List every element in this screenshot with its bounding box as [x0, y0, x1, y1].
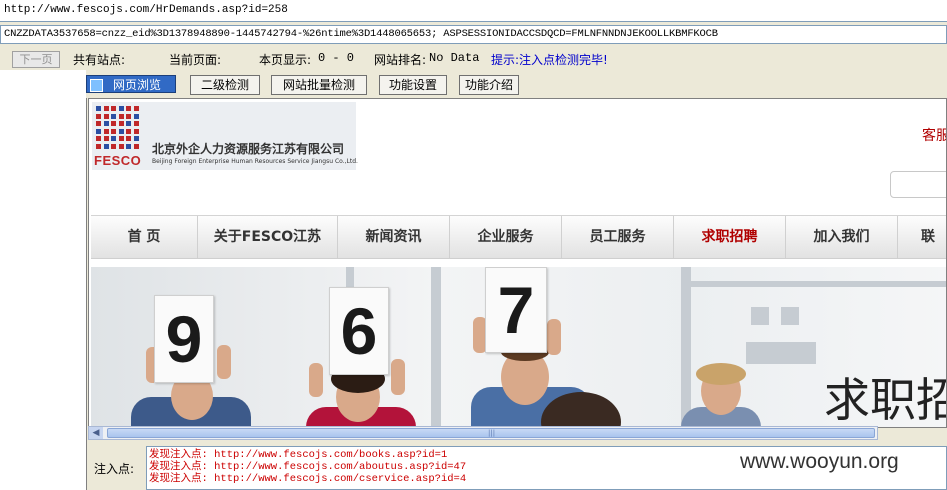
logo-dot — [118, 128, 124, 134]
logo-dot — [96, 143, 101, 149]
number-card: 6 — [329, 287, 389, 375]
company-name-cn: 北京外企人力资源服务江苏有限公司 — [152, 142, 345, 156]
hand — [391, 359, 405, 395]
logo-dot — [118, 121, 124, 126]
nav-about[interactable]: 关于FESCO江苏 — [198, 216, 338, 258]
logo-dot — [111, 121, 116, 126]
list-item[interactable]: 发现注入点: http://www.fescojs.com/cservice.a… — [149, 473, 466, 485]
tab-label: 网页浏览 — [112, 78, 161, 92]
hand — [547, 319, 561, 355]
hero-banner[interactable]: 9 6 7 求职招 — [91, 267, 946, 427]
logo-dot — [126, 143, 131, 149]
cookie-input[interactable]: CNZZDATA3537658=cnzz_eid%3D1378948890-14… — [0, 25, 947, 44]
site-search-input[interactable] — [890, 171, 946, 198]
logo-dot — [133, 143, 139, 149]
nav-news[interactable]: 新闻资讯 — [338, 216, 450, 258]
status-hint: 提示:注入点检测完毕! — [491, 53, 608, 67]
logo-dot — [111, 136, 116, 141]
logo-dot — [133, 113, 139, 119]
logo-dot — [126, 128, 131, 134]
logo-grid-icon — [96, 106, 140, 150]
logo-dot — [96, 113, 101, 119]
logo-dot — [118, 113, 124, 119]
logo-dot — [96, 106, 101, 111]
tab-bar: 网页浏览 二级检测 网站批量检测 功能设置 功能介绍 — [86, 70, 947, 98]
nav-home[interactable]: 首 页 — [91, 216, 198, 258]
url-text: http://www.fescojs.com/HrDemands.asp?id=… — [4, 4, 288, 16]
logo-dot — [126, 113, 131, 119]
logo-dot — [96, 128, 101, 134]
nav-employee-services[interactable]: 员工服务 — [562, 216, 674, 258]
tab-web-browse[interactable]: 网页浏览 — [86, 75, 176, 93]
nav-jobs[interactable]: 求职招聘 — [674, 216, 786, 258]
tab-batch-site-check[interactable]: 网站批量检测 — [271, 75, 367, 95]
logo-dot — [126, 136, 131, 141]
nav-contact[interactable]: 联 — [898, 216, 946, 258]
logo-dot — [133, 121, 139, 126]
list-item[interactable]: 发现注入点: http://www.fescojs.com/aboutus.as… — [149, 461, 466, 473]
person-hair — [696, 363, 746, 385]
grip-icon: ||| — [488, 429, 496, 437]
page-display-value: 0 - 0 — [318, 51, 355, 65]
number-card: 9 — [154, 295, 214, 383]
logo-dot — [111, 143, 116, 149]
cookie-text: CNZZDATA3537658=cnzz_eid%3D1378948890-14… — [4, 28, 718, 40]
hand — [309, 363, 323, 397]
banner-headline: 求职招 — [824, 373, 946, 427]
logo-dot — [133, 106, 139, 111]
logo-dot — [96, 136, 101, 141]
logo-dot — [111, 106, 116, 111]
logo-wordmark: FESCO — [94, 153, 142, 168]
logo-dot — [103, 136, 109, 141]
site-header: FESCO 北京外企人力资源服务江苏有限公司 Beijing Foreign E… — [89, 99, 946, 211]
watermark: www.wooyun.org — [740, 450, 899, 473]
left-panel — [0, 70, 87, 490]
current-page-label: 当前页面: — [169, 53, 222, 67]
scrollbar-thumb[interactable]: ||| — [107, 428, 875, 438]
logo-dot — [126, 121, 131, 126]
tab-second-level-check[interactable]: 二级检测 — [190, 75, 260, 95]
logo-dot — [118, 143, 124, 149]
logo-dot — [103, 143, 109, 149]
logo-dot — [118, 136, 124, 141]
nav-enterprise-services[interactable]: 企业服务 — [450, 216, 562, 258]
page-display-label: 本页显示: — [259, 53, 312, 67]
tab-about[interactable]: 功能介绍 — [459, 75, 519, 95]
tab-settings[interactable]: 功能设置 — [379, 75, 447, 95]
horizontal-scrollbar[interactable]: ◀ ||| — [88, 426, 878, 440]
url-input[interactable]: http://www.fescojs.com/HrDemands.asp?id=… — [0, 0, 947, 22]
logo-dot — [126, 106, 131, 111]
logo-dot — [103, 113, 109, 119]
logo-dot — [118, 106, 124, 111]
company-name-en: Beijing Foreign Enterprise Human Resourc… — [152, 158, 358, 165]
web-viewport[interactable]: FESCO 北京外企人力资源服务江苏有限公司 Beijing Foreign E… — [88, 98, 947, 428]
total-sites-label: 共有站点: — [73, 53, 126, 67]
info-bar: 下一页 共有站点: 当前页面: 本页显示: 0 - 0 网站排名: No Dat… — [0, 47, 947, 69]
logo-dot — [133, 128, 139, 134]
customer-service-link[interactable]: 客服 — [922, 125, 946, 145]
list-item[interactable]: 发现注入点: http://www.fescojs.com/books.asp?… — [149, 449, 447, 461]
logo-dot — [103, 128, 109, 134]
site-nav: 首 页 关于FESCO江苏 新闻资讯 企业服务 员工服务 求职招聘 加入我们 联 — [91, 215, 946, 259]
logo-dot — [103, 106, 109, 111]
logo-dot — [103, 121, 109, 126]
logo-dot — [96, 121, 101, 126]
injection-label: 注入点: — [94, 462, 135, 476]
nav-join-us[interactable]: 加入我们 — [786, 216, 898, 258]
logo-dot — [111, 128, 116, 134]
logo-dot — [133, 136, 139, 141]
scroll-left-arrow-icon[interactable]: ◀ — [89, 427, 103, 439]
site-rank-value: No Data — [429, 51, 480, 65]
next-page-button[interactable]: 下一页 — [12, 51, 60, 68]
number-card: 7 — [485, 267, 547, 353]
company-logo[interactable]: FESCO 北京外企人力资源服务江苏有限公司 Beijing Foreign E… — [92, 102, 358, 170]
site-rank-label: 网站排名: — [374, 53, 427, 67]
logo-dot — [111, 113, 116, 119]
hand — [217, 345, 231, 379]
